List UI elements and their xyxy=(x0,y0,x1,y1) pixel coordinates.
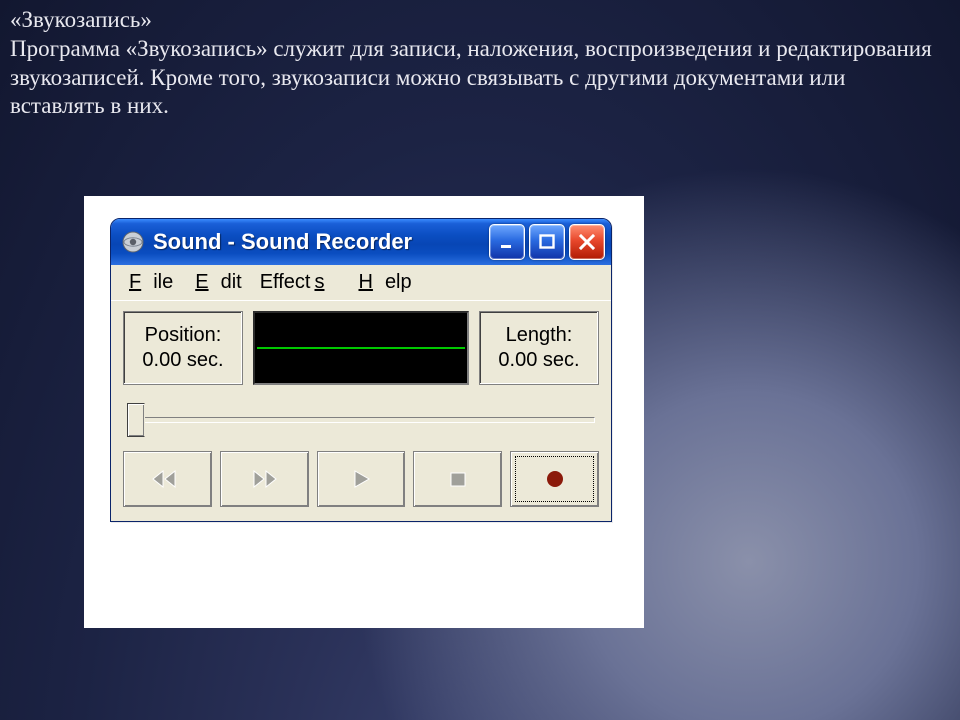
length-value: 0.00 sec. xyxy=(498,348,579,373)
slide-title: «Звукозапись» xyxy=(10,7,152,32)
menu-help[interactable]: Help xyxy=(350,269,423,296)
length-label: Length: xyxy=(506,323,573,348)
record-button[interactable] xyxy=(510,451,599,507)
position-panel: Position: 0.00 sec. xyxy=(123,311,243,385)
menu-effects[interactable]: Effects xyxy=(256,269,349,296)
screenshot-container: Sound - Sound Recorder File Edit Effects xyxy=(84,196,644,628)
slide-body: Программа «Звукозапись» служит для запис… xyxy=(10,36,932,119)
client-area: Position: 0.00 sec. Length: 0.00 sec. xyxy=(111,300,611,521)
play-button[interactable] xyxy=(317,451,406,507)
slider-track xyxy=(127,417,595,423)
transport-buttons xyxy=(123,451,599,507)
position-label: Position: xyxy=(145,323,222,348)
menubar: File Edit Effects Help xyxy=(111,265,611,300)
menu-edit[interactable]: Edit xyxy=(187,269,253,296)
minimize-button[interactable] xyxy=(489,224,525,260)
window-controls xyxy=(489,224,605,260)
seek-start-button[interactable] xyxy=(123,451,212,507)
waveform-display xyxy=(253,311,469,385)
stop-button[interactable] xyxy=(413,451,502,507)
app-icon xyxy=(121,230,145,254)
sound-recorder-window: Sound - Sound Recorder File Edit Effects xyxy=(110,218,612,522)
seek-end-button[interactable] xyxy=(220,451,309,507)
position-slider[interactable] xyxy=(127,403,595,437)
titlebar[interactable]: Sound - Sound Recorder xyxy=(111,219,611,265)
maximize-button[interactable] xyxy=(529,224,565,260)
position-value: 0.00 sec. xyxy=(142,348,223,373)
window-title: Sound - Sound Recorder xyxy=(153,229,481,255)
slide-description: «Звукозапись» Программа «Звукозапись» сл… xyxy=(10,6,940,121)
menu-file[interactable]: File xyxy=(121,269,185,296)
close-button[interactable] xyxy=(569,224,605,260)
slider-thumb[interactable] xyxy=(127,403,145,437)
length-panel: Length: 0.00 sec. xyxy=(479,311,599,385)
